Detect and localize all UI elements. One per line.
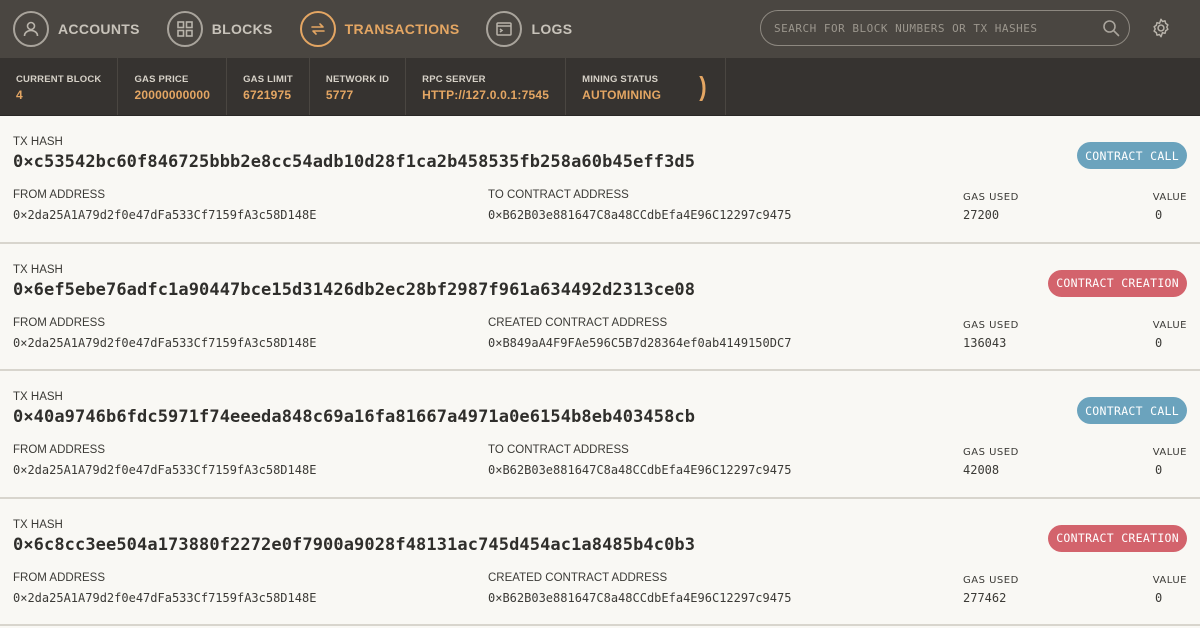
gas-used: 42008 (963, 463, 1000, 477)
value-label: VALUE (1152, 319, 1187, 331)
status-value: 6721975 (243, 87, 292, 102)
status-value: 20000000000 (134, 87, 211, 102)
from-address-label: FROM ADDRESS (13, 189, 106, 201)
tx-hash: 0×40a9746b6fdc5971f74eeeda848c69a16fa816… (13, 407, 696, 427)
target-address: 0×B849aA4F9FAe596C5B7d28364ef0ab4149150D… (488, 335, 792, 350)
swap-arrows-icon (299, 11, 336, 47)
target-address: 0×B62B03e881647C8a48CCdbEfa4E96C12297c94… (488, 590, 792, 605)
target-address: 0×B62B03e881647C8a48CCdbEfa4E96C12297c94… (488, 208, 792, 222)
gear-icon[interactable] (1150, 17, 1172, 39)
gas-used-label: GAS USED (963, 192, 1019, 203)
nav-accounts[interactable]: ACCOUNTS (13, 0, 140, 58)
transaction-list: TX HASH 0×c53542bc60f846725bbb2e8cc54adb… (0, 116, 1200, 626)
status-network-id: NETWORK ID 5777 (310, 58, 407, 115)
value-label: VALUE (1152, 574, 1187, 586)
from-address: 0×2da25A1A79d2f0e47dFa533Cf7159fA3c58D14… (13, 590, 317, 605)
transaction-row[interactable]: TX HASH 0×40a9746b6fdc5971f74eeeda848c69… (0, 371, 1200, 499)
tx-value: 0 (1155, 208, 1163, 222)
value-label: VALUE (1152, 447, 1187, 458)
gas-used: 27200 (963, 208, 1000, 222)
from-address: 0×2da25A1A79d2f0e47dFa533Cf7159fA3c58D14… (13, 335, 317, 350)
tx-type-badge: CONTRACT CREATION (1048, 524, 1187, 552)
gas-used-label: GAS USED (963, 447, 1019, 458)
status-value: 4 (16, 87, 23, 102)
user-icon (13, 11, 49, 47)
tx-value: 0 (1155, 463, 1163, 477)
tx-hash-label: TX HASH (13, 263, 63, 276)
tx-value: 0 (1155, 335, 1163, 350)
status-label: CURRENT BLOCK (16, 73, 102, 85)
tx-hash: 0×c53542bc60f846725bbb2e8cc54adb10d28f1c… (13, 152, 696, 172)
tx-hash-label: TX HASH (13, 136, 63, 148)
status-value: 5777 (325, 87, 354, 102)
from-address-label: FROM ADDRESS (13, 316, 106, 329)
terminal-icon (486, 11, 523, 47)
target-address-label: TO CONTRACT ADDRESS (488, 444, 629, 456)
grid-icon (166, 11, 203, 47)
tx-type-badge: CONTRACT CREATION (1048, 269, 1187, 297)
gas-used: 277462 (963, 590, 1007, 605)
status-current-block: CURRENT BLOCK 4 (0, 58, 119, 115)
status-rpc-server: RPC SERVER HTTP://127.0.0.1:7545 (406, 58, 567, 115)
nav-blocks-label: BLOCKS (211, 21, 273, 37)
nav-logs-label: LOGS (531, 21, 573, 37)
status-gas-limit: GAS LIMIT 6721975 (227, 58, 310, 115)
status-value: AUTOMINING (582, 87, 662, 102)
from-address-label: FROM ADDRESS (13, 444, 106, 456)
top-nav: ACCOUNTS BLOCKS TRANSACTIONS LOGS (0, 0, 1200, 58)
nav-accounts-label: ACCOUNTS (58, 21, 140, 37)
status-label: GAS LIMIT (243, 73, 293, 85)
nav-transactions[interactable]: TRANSACTIONS (299, 0, 460, 58)
transaction-row[interactable]: TX HASH 0×6c8cc3ee504a173880f2272e0f7900… (0, 499, 1200, 626)
tx-hash: 0×6ef5ebe76adfc1a90447bce15d31426db2ec28… (13, 279, 696, 300)
tx-type-badge: CONTRACT CALL (1077, 397, 1187, 424)
nav-blocks[interactable]: BLOCKS (166, 0, 273, 58)
value-label: VALUE (1152, 192, 1187, 203)
nav-transactions-label: TRANSACTIONS (344, 21, 460, 37)
from-address: 0×2da25A1A79d2f0e47dFa533Cf7159fA3c58D14… (13, 208, 317, 222)
from-address: 0×2da25A1A79d2f0e47dFa533Cf7159fA3c58D14… (13, 463, 317, 477)
target-address-label: CREATED CONTRACT ADDRESS (488, 316, 668, 329)
target-address: 0×B62B03e881647C8a48CCdbEfa4E96C12297c94… (488, 463, 792, 477)
tx-hash-label: TX HASH (13, 518, 63, 531)
status-bar: CURRENT BLOCK 4 GAS PRICE 20000000000 GA… (0, 58, 1200, 116)
transaction-row[interactable]: TX HASH 0×c53542bc60f846725bbb2e8cc54adb… (0, 116, 1200, 244)
target-address-label: CREATED CONTRACT ADDRESS (488, 571, 668, 584)
status-label: RPC SERVER (422, 73, 486, 85)
target-address-label: TO CONTRACT ADDRESS (488, 189, 629, 201)
from-address-label: FROM ADDRESS (13, 571, 106, 584)
status-label: NETWORK ID (325, 73, 390, 85)
search-input[interactable] (774, 21, 1094, 35)
status-label: GAS PRICE (134, 73, 189, 85)
search-icon[interactable] (1102, 19, 1120, 37)
tx-hash-label: TX HASH (13, 391, 63, 403)
tx-value: 0 (1155, 590, 1163, 605)
gas-used-label: GAS USED (963, 574, 1019, 586)
status-value: HTTP://127.0.0.1:7545 (422, 87, 550, 102)
transaction-row[interactable]: TX HASH 0×6ef5ebe76adfc1a90447bce15d3142… (0, 244, 1200, 371)
gas-used: 136043 (963, 335, 1007, 350)
mining-spinner-icon: ) (699, 70, 707, 101)
nav-logs[interactable]: LOGS (486, 0, 572, 58)
tx-hash: 0×6c8cc3ee504a173880f2272e0f7900a9028f48… (13, 534, 696, 555)
status-mining: MINING STATUS AUTOMINING ) (566, 58, 726, 115)
tx-type-badge: CONTRACT CALL (1077, 142, 1187, 169)
status-gas-price: GAS PRICE 20000000000 (118, 58, 228, 115)
status-label: MINING STATUS (582, 73, 659, 85)
search-box (760, 10, 1130, 46)
gas-used-label: GAS USED (963, 319, 1019, 331)
